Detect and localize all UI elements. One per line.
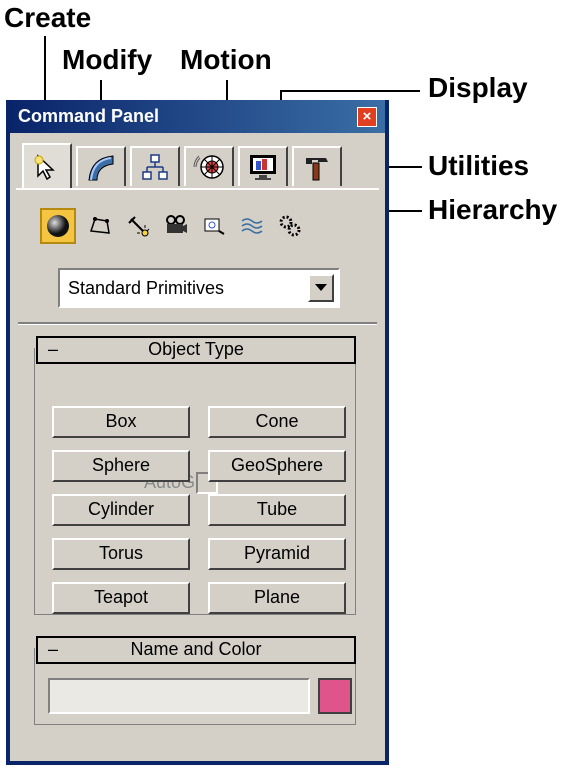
- utilities-hammer-icon: [306, 158, 328, 181]
- object-color-swatch[interactable]: [318, 678, 352, 714]
- cylinder-button[interactable]: Cylinder: [52, 494, 190, 526]
- cone-button[interactable]: Cone: [208, 406, 346, 438]
- name-color-title: Name and Color: [130, 639, 262, 659]
- display-monitor-icon: [250, 155, 276, 180]
- object-type-rollout-header[interactable]: – Object Type: [36, 336, 356, 364]
- name-color-rollout-header[interactable]: – Name and Color: [36, 636, 356, 664]
- object-category-dropdown[interactable]: Standard Primitives: [58, 268, 340, 308]
- pyramid-button[interactable]: Pyramid: [208, 538, 346, 570]
- dropdown-value: Standard Primitives: [68, 278, 225, 298]
- light-icon: [128, 216, 150, 237]
- space-warp-icon: [241, 218, 263, 234]
- box-button[interactable]: Box: [52, 406, 190, 438]
- tab-divider: [16, 188, 379, 190]
- subcat-lights[interactable]: [120, 208, 156, 244]
- object-type-title: Object Type: [148, 339, 244, 359]
- tab-hierarchy[interactable]: [130, 146, 180, 186]
- subcat-geometry[interactable]: [40, 208, 76, 244]
- motion-wheel-icon: [193, 155, 224, 179]
- tab-motion[interactable]: [184, 146, 234, 186]
- geosphere-button[interactable]: GeoSphere: [208, 450, 346, 482]
- panel-title: Command Panel: [18, 106, 160, 126]
- sphere-button[interactable]: Sphere: [52, 450, 190, 482]
- chevron-down-icon: [315, 284, 327, 291]
- subcat-space-warps[interactable]: [234, 208, 270, 244]
- modify-curve-icon: [88, 155, 114, 181]
- plane-button[interactable]: Plane: [208, 582, 346, 614]
- tube-button[interactable]: Tube: [208, 494, 346, 526]
- camera-icon: [166, 215, 187, 233]
- subcat-shapes[interactable]: [82, 208, 118, 244]
- sphere-icon: [47, 215, 69, 237]
- title-bar: Command Panel ×: [10, 100, 385, 133]
- object-name-field[interactable]: [48, 678, 310, 714]
- separator-top: [18, 322, 377, 325]
- teapot-button[interactable]: Teapot: [52, 582, 190, 614]
- dropdown-arrow-button[interactable]: [308, 274, 334, 302]
- helper-icon: [204, 218, 225, 235]
- callout-display: Display: [428, 72, 528, 103]
- close-button[interactable]: ×: [357, 107, 377, 127]
- callout-modify: Modify: [62, 44, 153, 75]
- tab-modify[interactable]: [76, 146, 126, 186]
- subcat-helpers[interactable]: [196, 208, 232, 244]
- torus-button[interactable]: Torus: [52, 538, 190, 570]
- callout-hierarchy: Hierarchy: [428, 194, 558, 225]
- tab-create[interactable]: [22, 143, 72, 189]
- callout-utilities: Utilities: [428, 150, 530, 181]
- tab-display[interactable]: [238, 146, 288, 186]
- subcat-systems[interactable]: [272, 208, 308, 244]
- hierarchy-icon: [142, 154, 168, 180]
- create-arrow-icon: [34, 154, 55, 181]
- subcat-cameras[interactable]: [158, 208, 194, 244]
- callout-motion: Motion: [180, 44, 272, 75]
- command-panel: Command Panel × Standard Primitives – Ob…: [6, 100, 389, 765]
- tab-utilities[interactable]: [292, 146, 342, 186]
- systems-gear-icon: [279, 215, 301, 237]
- leader-display-h: [280, 90, 420, 92]
- callout-create: Create: [4, 2, 92, 33]
- shapes-icon: [89, 217, 110, 234]
